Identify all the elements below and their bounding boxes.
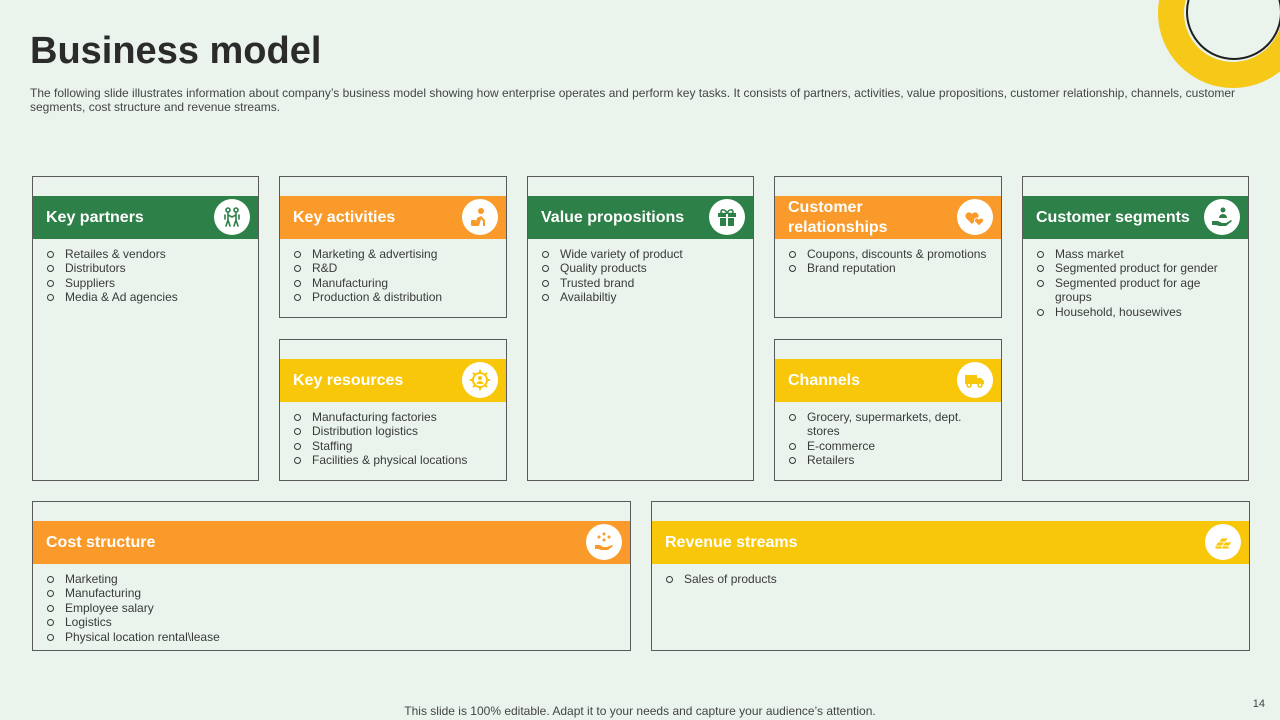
list-item: Physical location rental\lease	[46, 630, 620, 644]
card-list: Retailes & vendors Distributors Supplier…	[46, 247, 248, 305]
list-item: Employee salary	[46, 601, 620, 615]
list-item: Staffing	[293, 439, 496, 453]
list-item: Manufacturing factories	[293, 410, 496, 424]
hearts-icon	[957, 199, 993, 235]
hand-person-icon	[1204, 199, 1240, 235]
slide-subtitle: The following slide illustrates informat…	[30, 86, 1236, 114]
list-item: Brand reputation	[788, 261, 991, 275]
card-header: Cost structure	[33, 521, 630, 564]
list-item: Trusted brand	[541, 276, 743, 290]
card-title: Cost structure	[46, 533, 156, 551]
list-item: Marketing	[46, 572, 620, 586]
gear-people-icon	[462, 362, 498, 398]
card-title: Channels	[788, 371, 861, 389]
list-item: E-commerce	[788, 439, 991, 453]
list-item: Production & distribution	[293, 290, 496, 304]
list-item: R&D	[293, 261, 496, 275]
card-list: Mass market Segmented product for gender…	[1036, 247, 1238, 319]
list-item: Manufacturing	[46, 586, 620, 600]
card-header: Key partners	[33, 196, 258, 239]
card-cost-structure: Cost structure Marketing Manufacturing E…	[32, 501, 631, 651]
list-item: Coupons, discounts & promotions	[788, 247, 991, 261]
list-item: Household, housewives	[1036, 305, 1238, 319]
list-item: Suppliers	[46, 276, 248, 290]
card-title: Key resources	[293, 371, 404, 389]
gift-icon	[709, 199, 745, 235]
list-item: Facilities & physical locations	[293, 453, 496, 467]
card-title: Value propositions	[541, 208, 685, 226]
card-list: Marketing & advertising R&D Manufacturin…	[293, 247, 496, 305]
card-key-partners: Key partners Retailes & vendors Distribu…	[32, 176, 259, 481]
list-item: Quality products	[541, 261, 743, 275]
list-item: Wide variety of product	[541, 247, 743, 261]
list-item: Distributors	[46, 261, 248, 275]
card-channels: Channels Grocery, supermarkets, dept. st…	[774, 339, 1002, 481]
slide-title: Business model	[30, 30, 322, 72]
list-item: Sales of products	[665, 572, 1239, 586]
worker-icon	[462, 199, 498, 235]
list-item: Marketing & advertising	[293, 247, 496, 261]
card-key-activities: Key activities Marketing & advertising R…	[279, 176, 507, 318]
card-list: Coupons, discounts & promotions Brand re…	[788, 247, 991, 276]
card-title: Customer segments	[1036, 208, 1190, 226]
card-customer-segments: Customer segments Mass market Segmented …	[1022, 176, 1249, 481]
card-title: Revenue streams	[665, 533, 798, 551]
card-header: Channels	[775, 359, 1001, 402]
card-header: Key activities	[280, 196, 506, 239]
card-header: Customer relationships	[775, 196, 1001, 239]
card-list: Manufacturing factories Distribution log…	[293, 410, 496, 468]
list-item: Distribution logistics	[293, 424, 496, 438]
card-header: Customer segments	[1023, 196, 1248, 239]
card-list: Grocery, supermarkets, dept. stores E-co…	[788, 410, 991, 468]
card-title: Key partners	[46, 208, 144, 226]
coins-hand-icon	[586, 524, 622, 560]
card-title: Key activities	[293, 208, 396, 226]
truck-icon	[957, 362, 993, 398]
card-customer-relationships: Customer relationships Coupons, discount…	[774, 176, 1002, 318]
page-number: 14	[1252, 698, 1265, 710]
card-key-resources: Key resources Manufacturing factories Di…	[279, 339, 507, 481]
list-item: Media & Ad agencies	[46, 290, 248, 304]
card-list: Sales of products	[665, 572, 1239, 586]
list-item: Segmented product for gender	[1036, 261, 1238, 275]
list-item: Grocery, supermarkets, dept. stores	[788, 410, 991, 439]
card-list: Wide variety of product Quality products…	[541, 247, 743, 305]
list-item: Manufacturing	[293, 276, 496, 290]
slide-footer: This slide is 100% editable. Adapt it to…	[404, 704, 876, 718]
card-title: Customer relationships	[788, 198, 888, 236]
card-header: Revenue streams	[652, 521, 1249, 564]
partners-icon	[214, 199, 250, 235]
list-item: Mass market	[1036, 247, 1238, 261]
list-item: Retailers	[788, 453, 991, 467]
list-item: Availabiltiy	[541, 290, 743, 304]
card-revenue-streams: Revenue streams Sales of products	[651, 501, 1250, 651]
card-list: Marketing Manufacturing Employee salary …	[46, 572, 620, 644]
list-item: Retailes & vendors	[46, 247, 248, 261]
card-header: Value propositions	[528, 196, 753, 239]
card-header: Key resources	[280, 359, 506, 402]
card-value-propositions: Value propositions Wide variety of produ…	[527, 176, 754, 481]
gold-bars-icon	[1205, 524, 1241, 560]
list-item: Logistics	[46, 615, 620, 629]
list-item: Segmented product for age groups	[1036, 276, 1238, 305]
